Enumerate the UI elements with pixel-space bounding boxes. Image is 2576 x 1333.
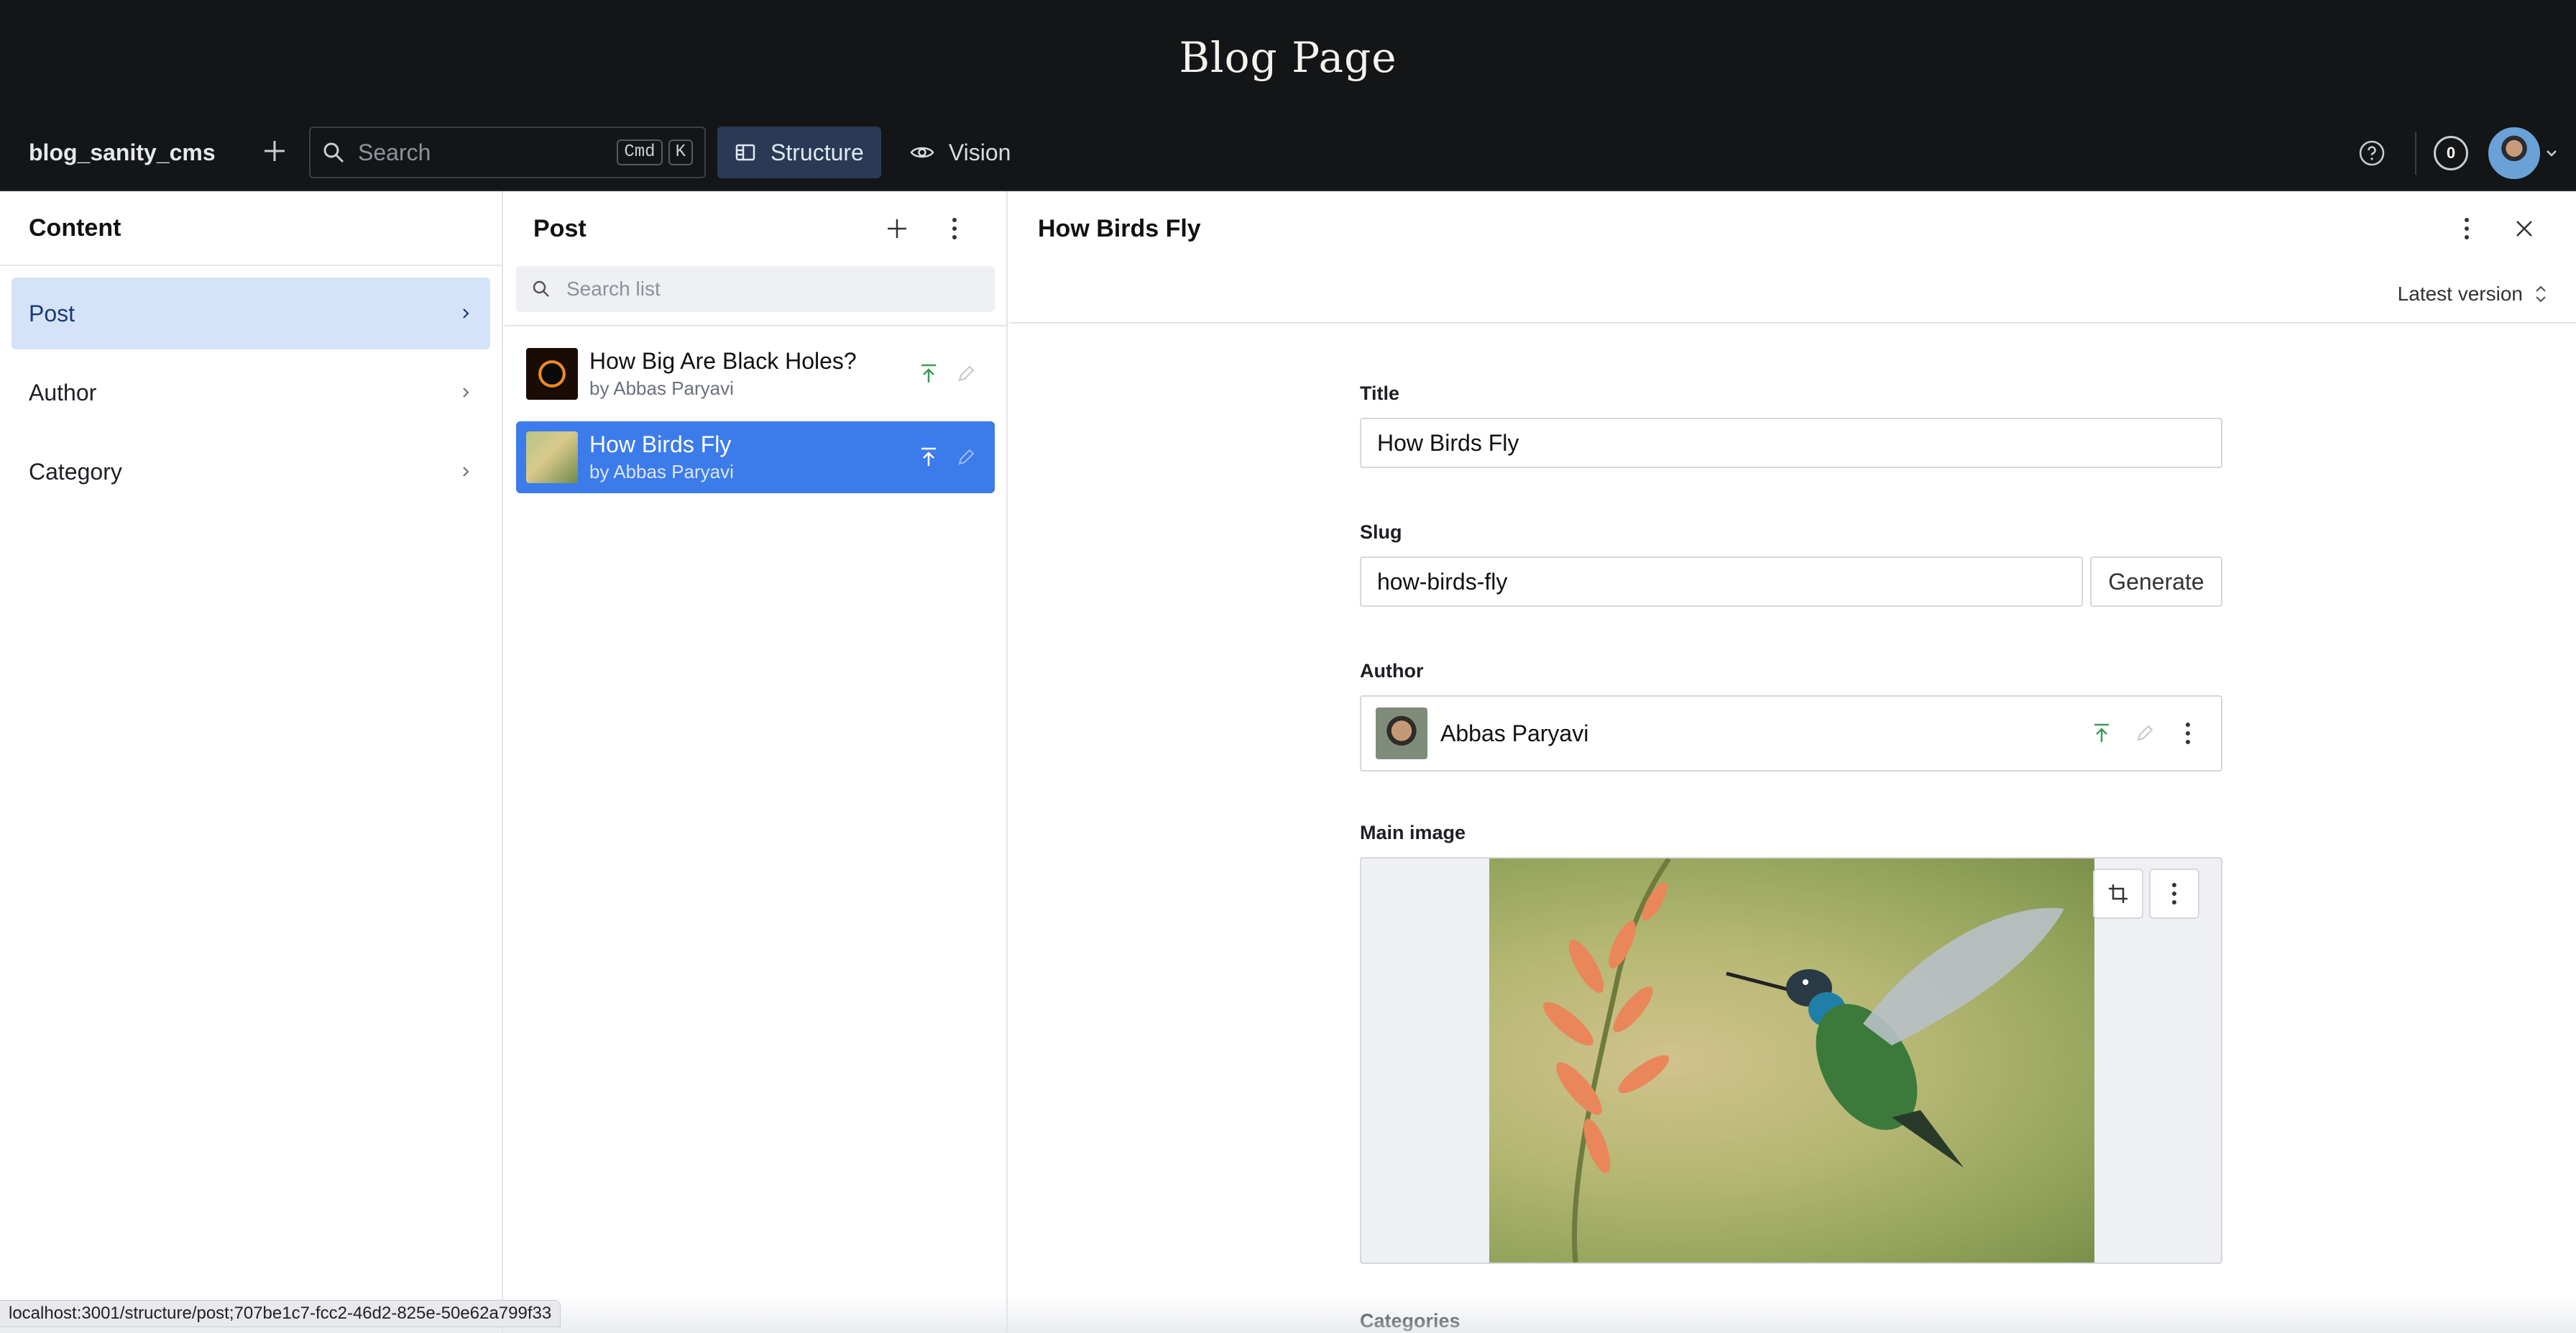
- post-subtitle: by Abbas Paryavi: [589, 377, 734, 399]
- more-vertical-icon: [2171, 881, 2178, 906]
- edit-pencil-icon: [947, 364, 985, 384]
- post-pane-title: Post: [533, 214, 586, 242]
- create-new-document-button[interactable]: [252, 129, 298, 175]
- content-item-label: Post: [29, 300, 75, 326]
- main-image-label: Main image: [1360, 822, 1466, 843]
- image-menu-button[interactable]: [2149, 869, 2199, 919]
- document-menu-button[interactable]: [2444, 206, 2490, 252]
- plus-icon: [886, 217, 908, 240]
- chevron-right-icon: [459, 385, 473, 400]
- chevron-up-down-icon: [2534, 283, 2547, 305]
- content-item-author[interactable]: Author: [12, 357, 490, 429]
- slug-label: Slug: [1360, 521, 1402, 543]
- chevron-right-icon: [459, 464, 473, 479]
- content-item-category[interactable]: Category: [12, 436, 490, 508]
- notifications-badge[interactable]: 0: [2434, 136, 2468, 170]
- main-image-box[interactable]: [1360, 857, 2222, 1264]
- post-list-search-input[interactable]: Search list: [516, 266, 995, 312]
- author-reference[interactable]: Abbas Paryavi: [1360, 695, 2222, 771]
- chevron-right-icon: [459, 306, 473, 321]
- title-input[interactable]: How Birds Fly: [1360, 418, 2222, 468]
- version-selector[interactable]: Latest version: [2398, 283, 2547, 306]
- document-title: How Birds Fly: [1038, 214, 1201, 242]
- post-list-item[interactable]: How Big Are Black Holes? by Abbas Paryav…: [516, 338, 995, 410]
- new-post-button[interactable]: [874, 206, 920, 252]
- author-label: Author: [1360, 660, 1424, 682]
- edit-pencil-icon: [947, 447, 985, 467]
- structure-icon: [735, 142, 756, 163]
- list-search-placeholder: Search list: [566, 278, 661, 300]
- tool-vision[interactable]: Vision: [893, 127, 1029, 178]
- content-pane-header: Content: [0, 191, 502, 266]
- blog-banner: Blog Page: [0, 0, 2576, 115]
- slug-input[interactable]: how-birds-fly: [1360, 556, 2083, 607]
- published-icon: [2080, 723, 2123, 744]
- post-title: How Birds Fly: [589, 431, 732, 457]
- content-item-label: Author: [29, 379, 97, 406]
- slug-field: Slug how-birds-fly Generate: [1360, 521, 2222, 607]
- studio-navbar: blog_sanity_cms Search Cmd K Structure V…: [0, 115, 2576, 191]
- shortcut-k-key: K: [668, 139, 693, 165]
- document-form: Title How Birds Fly Slug how-birds-fly G…: [1360, 383, 2222, 1264]
- search-placeholder: Search: [358, 139, 431, 165]
- post-list-item-selected[interactable]: How Birds Fly by Abbas Paryavi: [516, 421, 995, 493]
- plus-icon: [262, 139, 287, 167]
- published-icon: [910, 446, 947, 468]
- title-label: Title: [1360, 383, 1400, 404]
- author-menu-button[interactable]: [2166, 721, 2209, 746]
- post-thumbnail: [526, 431, 578, 483]
- crop-image-button[interactable]: [2093, 869, 2143, 919]
- title-field: Title How Birds Fly: [1360, 383, 2222, 468]
- list-divider: [505, 325, 1006, 326]
- generate-slug-button[interactable]: Generate: [2090, 556, 2222, 607]
- status-bar-url: localhost:3001/structure/post;707be1c7-f…: [0, 1300, 561, 1327]
- content-pane: Content Post Author Category: [0, 191, 503, 1333]
- close-icon: [2514, 219, 2534, 239]
- post-subtitle: by Abbas Paryavi: [589, 461, 734, 482]
- hummingbird-image: [1489, 858, 2094, 1263]
- author-name: Abbas Paryavi: [1440, 720, 1589, 746]
- global-search-input[interactable]: Search Cmd K: [309, 127, 706, 178]
- content-item-post[interactable]: Post: [12, 278, 490, 349]
- help-button[interactable]: [2349, 130, 2395, 176]
- chevron-down-icon[interactable]: [2544, 146, 2559, 160]
- navbar-right-group: 0: [2349, 115, 2559, 191]
- shortcut-cmd-key: Cmd: [617, 139, 663, 165]
- more-vertical-icon: [951, 216, 958, 241]
- version-label: Latest version: [2397, 283, 2523, 305]
- content-pane-title: Content: [29, 214, 121, 242]
- navbar-separator: [2415, 132, 2416, 175]
- user-avatar[interactable]: [2488, 127, 2540, 179]
- banner-title: Blog Page: [1179, 33, 1397, 82]
- document-sub-bar: Latest version: [1009, 266, 2576, 324]
- tool-structure[interactable]: Structure: [717, 127, 881, 178]
- project-name[interactable]: blog_sanity_cms: [29, 139, 244, 166]
- post-thumbnail: [526, 348, 578, 400]
- post-title: How Big Are Black Holes?: [589, 348, 857, 374]
- document-editor-pane: How Birds Fly Latest version Title How B…: [1009, 191, 2576, 1333]
- published-icon: [910, 363, 947, 385]
- crop-icon: [2107, 883, 2129, 904]
- post-pane-menu-button[interactable]: [932, 206, 978, 252]
- content-item-label: Category: [29, 458, 122, 485]
- more-vertical-icon: [2463, 216, 2470, 241]
- tool-vision-label: Vision: [948, 139, 1011, 165]
- main-image-field: Main image: [1360, 822, 2222, 1264]
- search-icon: [322, 141, 345, 164]
- categories-label: Categories: [1360, 1310, 1460, 1332]
- post-list-pane: Post Search list How Big Are Black Holes…: [505, 191, 1008, 1333]
- search-icon: [532, 280, 551, 298]
- tool-structure-label: Structure: [770, 139, 864, 165]
- eye-icon: [910, 142, 934, 163]
- edit-pencil-icon: [2123, 723, 2166, 743]
- help-icon: [2358, 139, 2386, 167]
- document-header: How Birds Fly: [1009, 191, 2576, 266]
- post-pane-header: Post: [505, 191, 1006, 266]
- close-document-button[interactable]: [2501, 206, 2547, 252]
- author-field: Author Abbas Paryavi: [1360, 660, 2222, 771]
- author-avatar: [1376, 707, 1427, 759]
